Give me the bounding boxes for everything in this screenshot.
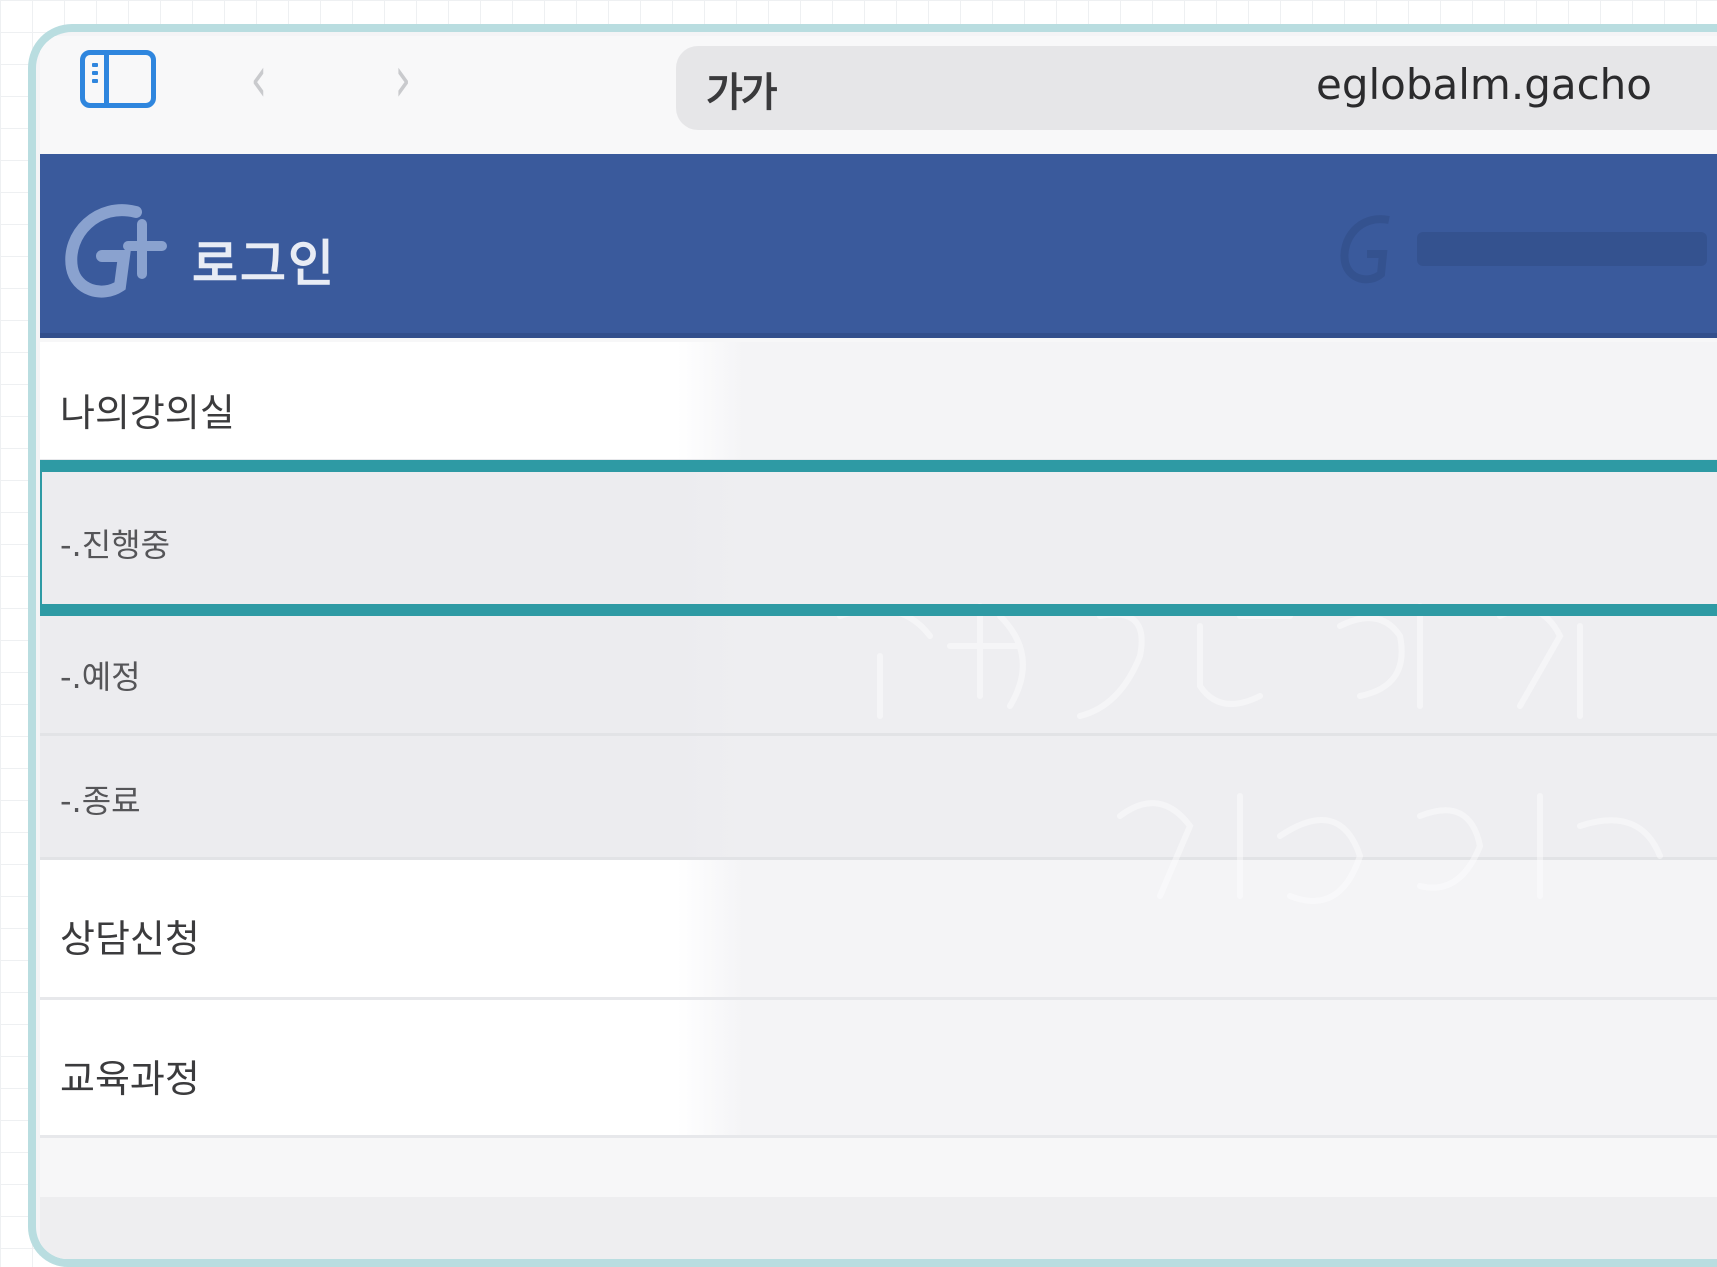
menu-item-my-classroom[interactable]: 나의강의실 — [40, 342, 1717, 462]
sidebar-pane-icon — [85, 55, 109, 103]
menu-item-label: 상담신청 — [60, 917, 200, 961]
address-bar[interactable]: 가가 eglobalm.gacho — [676, 46, 1717, 130]
sidebar-toggle-icon[interactable] — [80, 50, 156, 108]
menu-item-label: 나의강의실 — [60, 391, 235, 435]
url-text[interactable]: eglobalm.gacho — [1316, 60, 1652, 109]
site-header: 로그인 — [40, 154, 1717, 338]
login-title[interactable]: 로그인 — [192, 224, 336, 296]
header-watermark-logo — [1340, 215, 1707, 284]
forward-arrow-icon[interactable]: › — [394, 48, 411, 112]
bottom-strip — [40, 1197, 1717, 1259]
text-size-button[interactable]: 가가 — [706, 60, 778, 118]
browser-toolbar: ‹ › 가가 eglobalm.gacho — [40, 36, 1717, 156]
menu-item-label: -.종료 — [60, 782, 141, 820]
highlight-box — [40, 460, 1717, 616]
menu-item-label: -.예정 — [60, 658, 141, 696]
menu-item-label: 교육과정 — [60, 1057, 200, 1101]
browser-screen: ‹ › 가가 eglobalm.gacho 로그인 나의강의실 -.진행중 -.… — [40, 36, 1717, 1259]
tablet-frame: ‹ › 가가 eglobalm.gacho 로그인 나의강의실 -.진행중 -.… — [28, 24, 1717, 1267]
background-watermark — [837, 603, 1663, 904]
gachon-logo-icon — [65, 204, 167, 298]
back-arrow-icon[interactable]: ‹ — [250, 48, 267, 112]
